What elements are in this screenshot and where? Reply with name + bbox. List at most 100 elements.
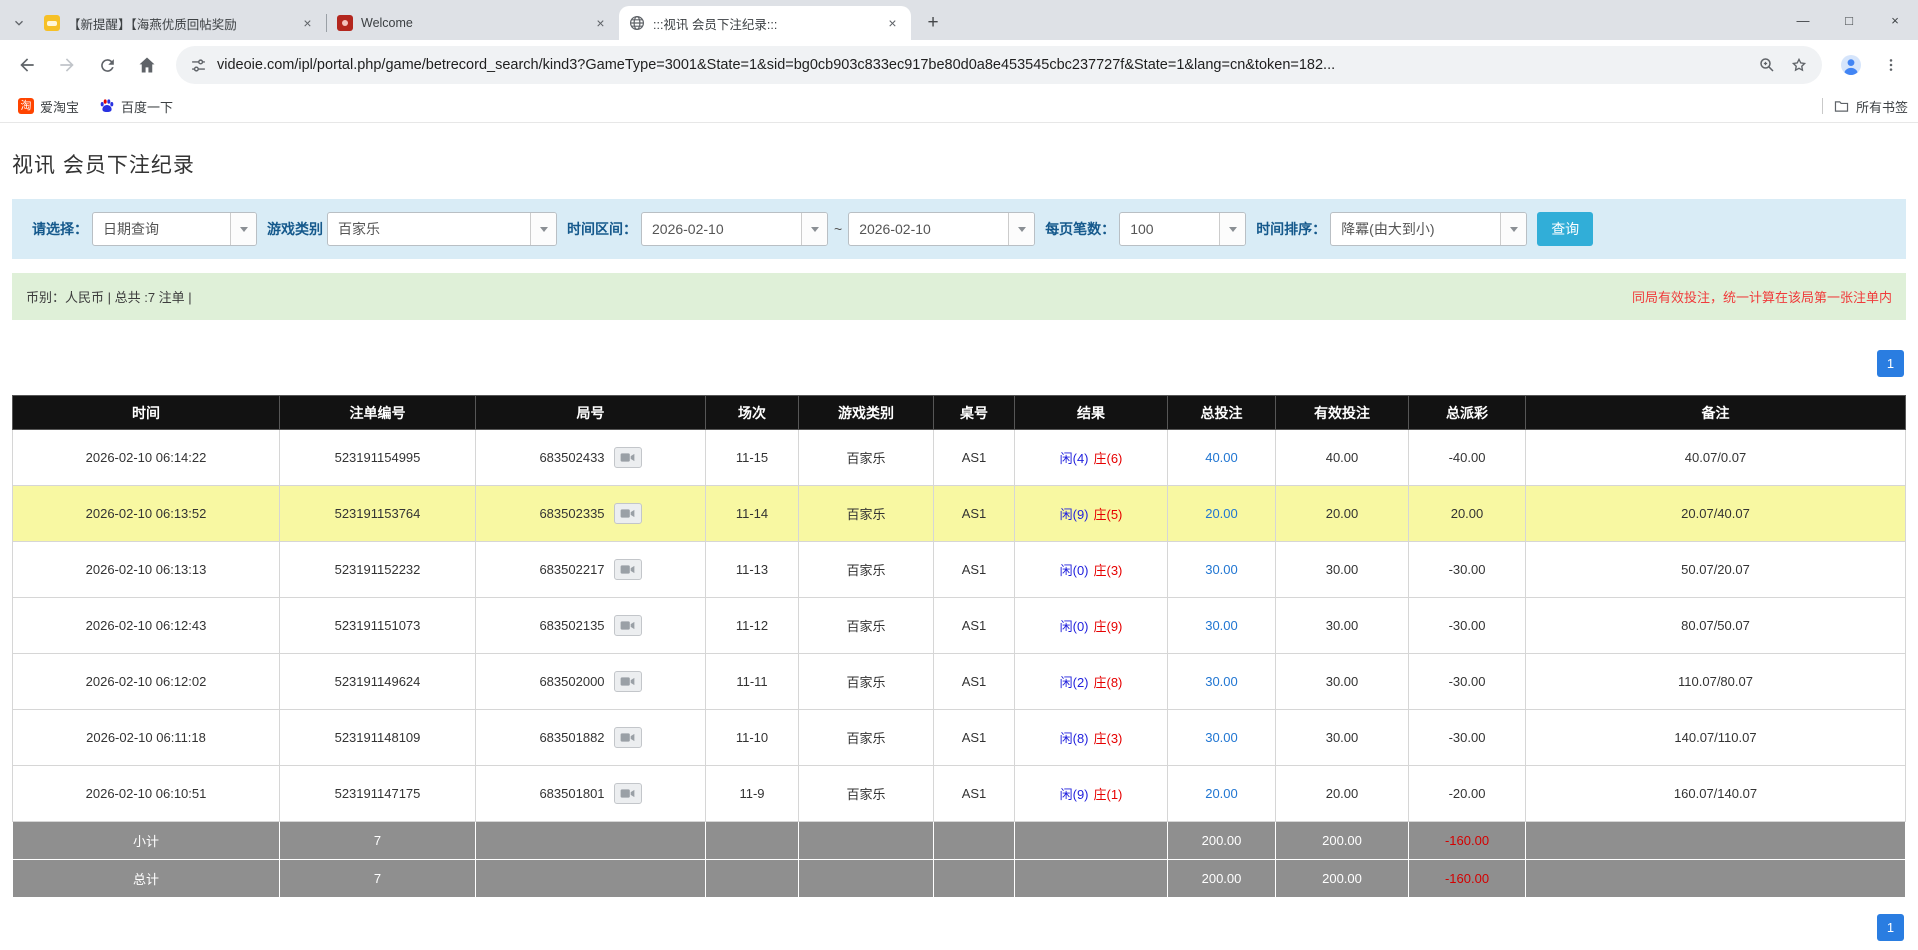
- result-banker: 庄(9): [1094, 619, 1123, 634]
- dropdown-arrow-icon[interactable]: [801, 213, 827, 245]
- date-from-select[interactable]: 2026-02-10: [641, 212, 828, 246]
- summary-cell: [1526, 860, 1906, 898]
- summary-cell: [706, 822, 799, 860]
- column-header: 结果: [1015, 396, 1168, 430]
- table-body: 2026-02-10 06:14:22523191154995683502433…: [13, 430, 1906, 822]
- bookmark-label: 百度一下: [121, 97, 173, 116]
- dropdown-arrow-icon[interactable]: [230, 213, 256, 245]
- cell-game-type: 百家乐: [799, 430, 934, 486]
- summary-cell: [799, 860, 934, 898]
- dropdown-arrow-icon[interactable]: [1500, 213, 1526, 245]
- cell-round: 683502335: [476, 486, 706, 542]
- cell-payout: -30.00: [1409, 710, 1526, 766]
- cell-round: 683502135: [476, 598, 706, 654]
- time-range-label: 时间区间：: [567, 219, 637, 239]
- tab-close-icon[interactable]: ×: [884, 15, 901, 32]
- welcome-favicon-icon: [337, 15, 353, 31]
- total-bet-link[interactable]: 30.00: [1205, 730, 1238, 745]
- page-title: 视讯 会员下注纪录: [12, 149, 1906, 179]
- cell-result: 闲(9)庄(1): [1015, 766, 1168, 822]
- home-button[interactable]: [128, 46, 166, 84]
- round-number: 683501882: [539, 730, 604, 745]
- tab-close-icon[interactable]: ×: [592, 15, 609, 32]
- video-replay-button[interactable]: [614, 727, 642, 748]
- all-bookmarks[interactable]: 所有书签: [1822, 97, 1908, 116]
- cell-bet-id: 523191148109: [280, 710, 476, 766]
- dropdown-arrow-icon[interactable]: [1008, 213, 1034, 245]
- tab-close-icon[interactable]: ×: [299, 15, 316, 32]
- search-button[interactable]: 查询: [1537, 212, 1593, 246]
- cell-valid-bet: 30.00: [1276, 710, 1409, 766]
- cell-table-no: AS1: [934, 598, 1015, 654]
- url-text[interactable]: videoie.com/ipl/portal.php/game/betrecor…: [217, 57, 1748, 73]
- bookmark-baidu[interactable]: 百度一下: [91, 94, 181, 119]
- game-type-select[interactable]: 百家乐: [327, 212, 557, 246]
- site-info-tune-icon[interactable]: [190, 57, 207, 74]
- cell-game-type: 百家乐: [799, 542, 934, 598]
- currency-summary-text: 币别：人民币 | 总共 :7 注单 |: [26, 287, 192, 306]
- summary-cell: -160.00: [1409, 822, 1526, 860]
- result-player: 闲(4): [1060, 451, 1089, 466]
- url-bar[interactable]: videoie.com/ipl/portal.php/game/betrecor…: [176, 46, 1822, 84]
- query-type-select[interactable]: 日期查询: [92, 212, 257, 246]
- video-replay-button[interactable]: [614, 447, 642, 468]
- chevron-down-icon[interactable]: [4, 6, 34, 40]
- result-player: 闲(0): [1060, 563, 1089, 578]
- profile-avatar[interactable]: [1832, 46, 1870, 84]
- cell-valid-bet: 30.00: [1276, 598, 1409, 654]
- new-tab-button[interactable]: +: [919, 9, 947, 37]
- summary-cell: -160.00: [1409, 860, 1526, 898]
- column-header: 时间: [13, 396, 280, 430]
- cell-total-bet: 30.00: [1168, 542, 1276, 598]
- forward-button[interactable]: [48, 46, 86, 84]
- summary-cell: [1015, 822, 1168, 860]
- video-replay-button[interactable]: [614, 503, 642, 524]
- browser-tab-welcome[interactable]: Welcome ×: [327, 6, 619, 40]
- video-replay-button[interactable]: [614, 671, 642, 692]
- pagination-bottom: 1: [14, 914, 1904, 941]
- window-maximize-button[interactable]: □: [1826, 0, 1872, 40]
- video-replay-button[interactable]: [614, 559, 642, 580]
- dropdown-arrow-icon[interactable]: [1219, 213, 1245, 245]
- summary-cell: [476, 822, 706, 860]
- date-to-select[interactable]: 2026-02-10: [848, 212, 1035, 246]
- window-minimize-button[interactable]: —: [1780, 0, 1826, 40]
- column-header: 注单编号: [280, 396, 476, 430]
- cell-table-no: AS1: [934, 766, 1015, 822]
- table-header-row: 时间注单编号局号场次游戏类别桌号结果总投注有效投注总派彩备注: [13, 396, 1906, 430]
- total-bet-link[interactable]: 20.00: [1205, 786, 1238, 801]
- date-from-value: 2026-02-10: [642, 221, 801, 237]
- total-bet-link[interactable]: 30.00: [1205, 618, 1238, 633]
- bookmark-taobao[interactable]: 淘 爱淘宝: [10, 94, 87, 119]
- total-bet-link[interactable]: 40.00: [1205, 450, 1238, 465]
- back-button[interactable]: [8, 46, 46, 84]
- window-close-button[interactable]: ×: [1872, 0, 1918, 40]
- total-bet-link[interactable]: 20.00: [1205, 506, 1238, 521]
- page-size-select[interactable]: 100: [1119, 212, 1246, 246]
- browser-tab-forum[interactable]: 【新提醒】【海燕优质回帖奖励 ×: [34, 6, 326, 40]
- summary-cell: [476, 860, 706, 898]
- video-replay-button[interactable]: [614, 783, 642, 804]
- result-banker: 庄(6): [1094, 451, 1123, 466]
- cell-valid-bet: 30.00: [1276, 542, 1409, 598]
- total-bet-link[interactable]: 30.00: [1205, 562, 1238, 577]
- total-bet-link[interactable]: 30.00: [1205, 674, 1238, 689]
- cell-round: 683502217: [476, 542, 706, 598]
- video-replay-button[interactable]: [614, 615, 642, 636]
- bookmarks-bar: 淘 爱淘宝 百度一下 所有书签: [0, 90, 1918, 123]
- bookmark-star-icon[interactable]: [1790, 56, 1808, 74]
- summary-label: 总计: [13, 860, 280, 898]
- dropdown-arrow-icon[interactable]: [530, 213, 556, 245]
- tab-title: 【新提醒】【海燕优质回帖奖励: [68, 14, 291, 33]
- zoom-icon[interactable]: [1758, 56, 1776, 74]
- page-number-button[interactable]: 1: [1877, 914, 1904, 941]
- browser-tab-betrecord-active[interactable]: :::视讯 会员下注纪录::: ×: [619, 6, 911, 40]
- column-header: 总派彩: [1409, 396, 1526, 430]
- result-banker: 庄(1): [1094, 787, 1123, 802]
- result-player: 闲(8): [1060, 731, 1089, 746]
- sort-select[interactable]: 降冪(由大到小): [1330, 212, 1527, 246]
- menu-kebab-icon[interactable]: [1872, 46, 1910, 84]
- refresh-button[interactable]: [88, 46, 126, 84]
- cell-session: 11-10: [706, 710, 799, 766]
- page-number-button[interactable]: 1: [1877, 350, 1904, 377]
